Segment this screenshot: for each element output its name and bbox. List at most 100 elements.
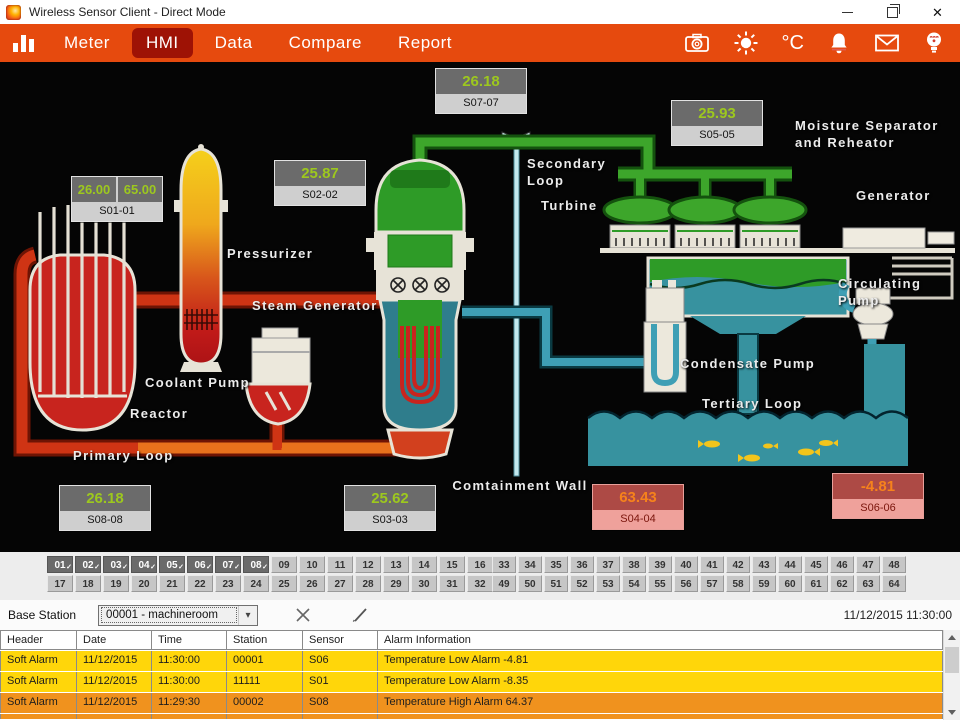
celsius-icon[interactable]: °C xyxy=(782,30,804,56)
sensor-grid-cell-13[interactable]: 13 xyxy=(383,556,409,573)
sensor-grid-cell-58[interactable]: 58 xyxy=(726,575,750,592)
tab-meter[interactable]: Meter xyxy=(50,28,124,58)
alarm-row[interactable]: Soft Alarm 11/12/2015 11:30:00 11111 S01… xyxy=(0,672,960,692)
sensor-grid-cell-15[interactable]: 15 xyxy=(439,556,465,573)
combo-chevron-icon[interactable]: ▾ xyxy=(238,606,257,625)
sensor-grid-cell-27[interactable]: 27 xyxy=(327,575,353,592)
edit-button[interactable] xyxy=(348,604,370,626)
base-station-selected: 00001 - machineroom xyxy=(101,607,237,623)
sensor-grid-cell-29[interactable]: 29 xyxy=(383,575,409,592)
sensor-grid-cell-24[interactable]: 24 xyxy=(243,575,269,592)
sensor-grid-cell-11[interactable]: 11 xyxy=(327,556,353,573)
app-logo-icon xyxy=(6,5,21,20)
sensor-grid-cell-33[interactable]: 33 xyxy=(492,556,516,573)
scroll-up-icon[interactable] xyxy=(944,630,960,645)
sensor-grid-cell-28[interactable]: 28 xyxy=(355,575,381,592)
restore-button[interactable] xyxy=(870,0,915,24)
sensor-grid-cell-20[interactable]: 20 xyxy=(131,575,157,592)
sensor-grid-cell-44[interactable]: 44 xyxy=(778,556,802,573)
sensor-grid-cell-62[interactable]: 62 xyxy=(830,575,854,592)
sensor-grid-cell-04[interactable]: 04✓ xyxy=(131,556,157,573)
sensor-grid-cell-43[interactable]: 43 xyxy=(752,556,776,573)
scroll-down-icon[interactable] xyxy=(944,705,960,720)
clear-button[interactable] xyxy=(292,604,314,626)
sensor-grid-cell-60[interactable]: 60 xyxy=(778,575,802,592)
sensor-grid-cell-51[interactable]: 51 xyxy=(544,575,568,592)
sensor-grid-cell-53[interactable]: 53 xyxy=(596,575,620,592)
sensor-grid-cell-47[interactable]: 47 xyxy=(856,556,880,573)
brightness-icon[interactable] xyxy=(733,30,759,56)
sensor-grid-cell-56[interactable]: 56 xyxy=(674,575,698,592)
sensor-grid-cell-40[interactable]: 40 xyxy=(674,556,698,573)
sensor-grid-cell-46[interactable]: 46 xyxy=(830,556,854,573)
sensor-grid-cell-25[interactable]: 25 xyxy=(271,575,297,592)
sensor-grid-cell-61[interactable]: 61 xyxy=(804,575,828,592)
sensor-grid-cell-18[interactable]: 18 xyxy=(75,575,101,592)
alarm-row[interactable]: Soft Alarm 11/12/2015 11:30:00 00001 S06… xyxy=(0,651,960,671)
table-scrollbar[interactable] xyxy=(943,630,960,720)
sensor-grid-cell-22[interactable]: 22 xyxy=(187,575,213,592)
sensor-grid-cell-17[interactable]: 17 xyxy=(47,575,73,592)
tab-hmi[interactable]: HMI xyxy=(132,28,193,58)
sensor-grid-cell-09[interactable]: 09 xyxy=(271,556,297,573)
close-button[interactable]: ✕ xyxy=(915,0,960,24)
sensor-grid-cell-45[interactable]: 45 xyxy=(804,556,828,573)
alarm-bell-icon[interactable] xyxy=(827,30,851,56)
sensor-grid-cell-21[interactable]: 21 xyxy=(159,575,185,592)
sensor-grid-cell-59[interactable]: 59 xyxy=(752,575,776,592)
scroll-thumb[interactable] xyxy=(945,647,959,673)
sensor-grid-cell-50[interactable]: 50 xyxy=(518,575,542,592)
sensor-grid-cell-57[interactable]: 57 xyxy=(700,575,724,592)
label-coolant-pump: Coolant Pump xyxy=(145,375,250,392)
cell-sensor: S06 xyxy=(303,651,378,671)
sensor-grid-cell-41[interactable]: 41 xyxy=(700,556,724,573)
sensor-grid-cell-30[interactable]: 30 xyxy=(411,575,437,592)
sensor-grid-cell-35[interactable]: 35 xyxy=(544,556,568,573)
sensor-box-s03: 25.62 S03-03 xyxy=(344,485,436,531)
bulb-icon[interactable] xyxy=(923,30,945,56)
sensor-grid-cell-38[interactable]: 38 xyxy=(622,556,646,573)
sensor-grid-cell-06[interactable]: 06✓ xyxy=(187,556,213,573)
sensor-grid-cell-07[interactable]: 07✓ xyxy=(215,556,241,573)
sensor-grid-cell-31[interactable]: 31 xyxy=(439,575,465,592)
sensor-grid-cell-48[interactable]: 48 xyxy=(882,556,906,573)
sensor-grid-cell-12[interactable]: 12 xyxy=(355,556,381,573)
sensor-grid-cell-14[interactable]: 14 xyxy=(411,556,437,573)
sensor-grid-cell-37[interactable]: 37 xyxy=(596,556,620,573)
alarm-row-partial[interactable] xyxy=(0,714,960,719)
minimize-button[interactable] xyxy=(825,0,870,24)
sensor-grid-cell-52[interactable]: 52 xyxy=(570,575,594,592)
sensor-grid-cell-63[interactable]: 63 xyxy=(856,575,880,592)
sensor-grid-cell-49[interactable]: 49 xyxy=(492,575,516,592)
tab-compare[interactable]: Compare xyxy=(275,28,376,58)
sensor-grid-cell-55[interactable]: 55 xyxy=(648,575,672,592)
sensor-grid-cell-34[interactable]: 34 xyxy=(518,556,542,573)
sensor-grid-cell-54[interactable]: 54 xyxy=(622,575,646,592)
label-tertiary-loop: Tertiary Loop xyxy=(702,396,802,413)
sensor-grid-cell-16[interactable]: 16 xyxy=(467,556,493,573)
label-steam-generator: Steam Generator xyxy=(252,298,378,315)
tab-report[interactable]: Report xyxy=(384,28,466,58)
sensor-grid-cell-02[interactable]: 02✓ xyxy=(75,556,101,573)
sensor-grid-cell-26[interactable]: 26 xyxy=(299,575,325,592)
sensor-grid-cell-10[interactable]: 10 xyxy=(299,556,325,573)
sensor-grid-cell-05[interactable]: 05✓ xyxy=(159,556,185,573)
sensor-grid-cell-03[interactable]: 03✓ xyxy=(103,556,129,573)
sensor-grid-cell-19[interactable]: 19 xyxy=(103,575,129,592)
sensor-grid-cell-23[interactable]: 23 xyxy=(215,575,241,592)
mail-icon[interactable] xyxy=(874,30,900,56)
sensor-grid-cell-64[interactable]: 64 xyxy=(882,575,906,592)
sensor-grid-cell-32[interactable]: 32 xyxy=(467,575,493,592)
sensor-id: S05-05 xyxy=(672,126,762,145)
sensor-grid-cell-01[interactable]: 01✓ xyxy=(47,556,73,573)
base-station-dropdown[interactable]: 00001 - machineroom ▾ xyxy=(98,605,258,626)
wireless-sensor-client-window: Wireless Sensor Client - Direct Mode ✕ M… xyxy=(0,0,960,720)
bar-chart-icon[interactable] xyxy=(13,34,34,52)
tab-data[interactable]: Data xyxy=(201,28,267,58)
sensor-grid-cell-08[interactable]: 08✓ xyxy=(243,556,269,573)
sensor-grid-cell-42[interactable]: 42 xyxy=(726,556,750,573)
camera-icon[interactable] xyxy=(684,30,710,56)
alarm-row[interactable]: Soft Alarm 11/12/2015 11:29:30 00002 S08… xyxy=(0,693,960,713)
sensor-grid-cell-39[interactable]: 39 xyxy=(648,556,672,573)
sensor-grid-cell-36[interactable]: 36 xyxy=(570,556,594,573)
